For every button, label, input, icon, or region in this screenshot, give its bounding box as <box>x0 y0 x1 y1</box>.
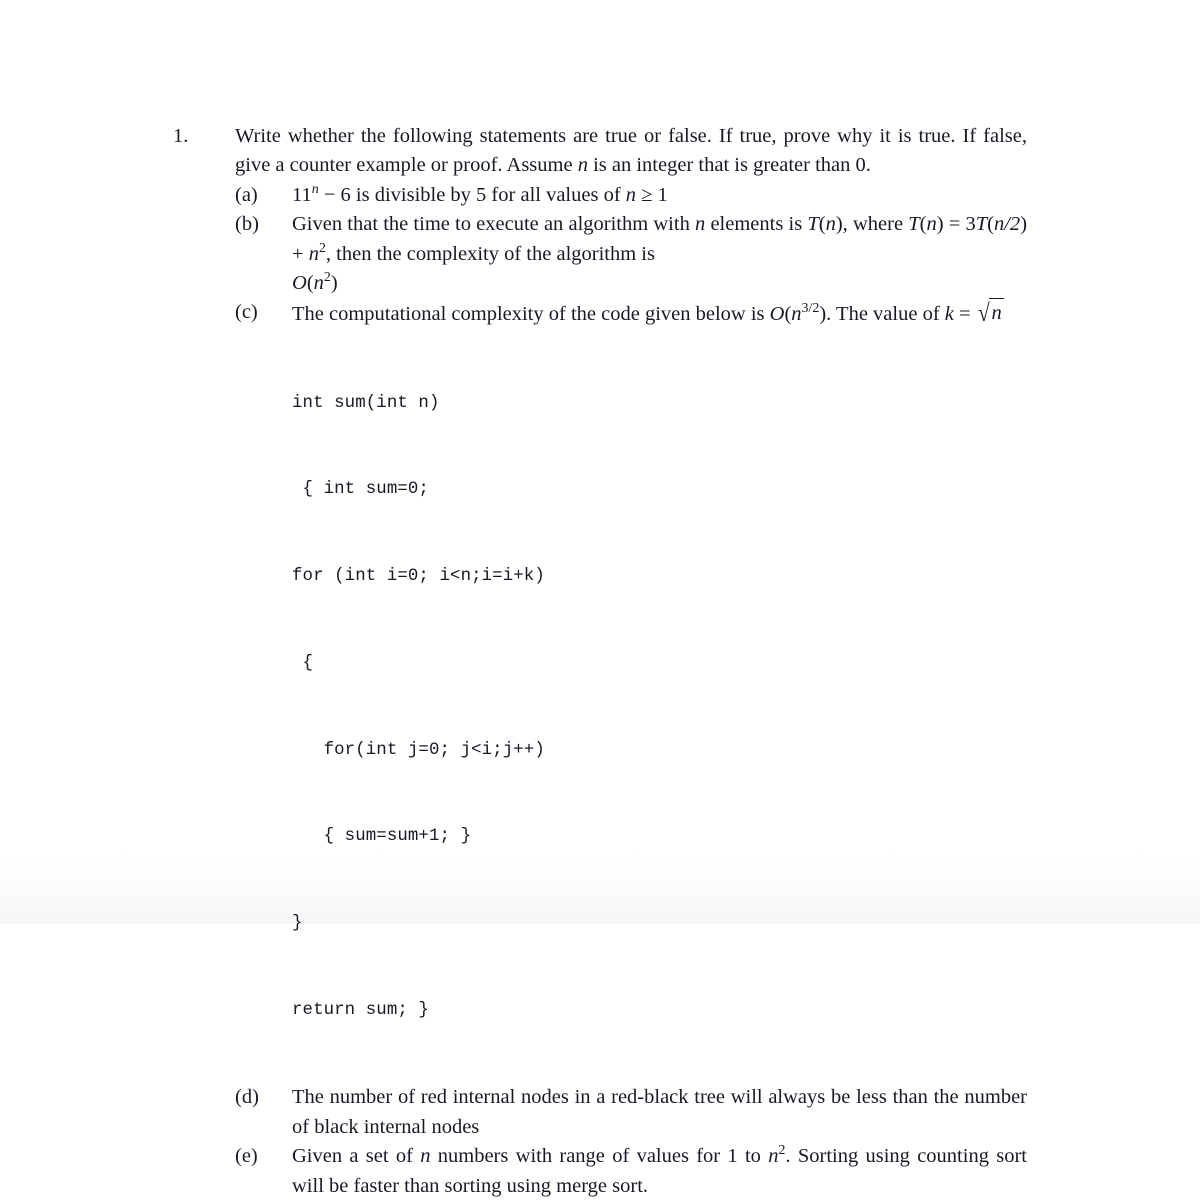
sub-item-c-body: The computational complexity of the code… <box>292 298 1027 1083</box>
recurrence-T-rhs: T <box>975 213 988 236</box>
sub-item-d-body: The number of red internal nodes in a re… <box>292 1083 1027 1142</box>
expr-base-11: 11 <box>292 183 312 206</box>
recurrence-paren-close-2: ) <box>1020 213 1028 236</box>
sub-item-d-text: The number of red internal nodes in a re… <box>292 1086 1027 1138</box>
expr-paren-open: ( <box>818 213 826 236</box>
sub-item-e-n-squared-base: n <box>768 1145 779 1168</box>
sub-item-list: (a) 11n − 6 is divisible by 5 for all va… <box>235 181 1027 1201</box>
radical-sign-icon: √ <box>977 300 990 328</box>
recurrence-T-lhs: T <box>908 213 920 236</box>
expr-exponent-n: n <box>311 181 319 197</box>
sub-item-a-label: (a) <box>235 183 258 206</box>
sub-item-b: (b) Given that the time to execute an al… <box>235 210 1027 298</box>
question-stem-row: 1. Write whether the following statement… <box>173 122 1027 1201</box>
sub-item-c-text: The computational complexity of the code… <box>292 298 1027 329</box>
code-line: } <box>292 913 303 933</box>
expr-paren-close: ) <box>835 213 843 236</box>
stem-variable-n: n <box>577 154 588 177</box>
sub-item-e-part-2: numbers with range of values for 1 to <box>430 1145 769 1168</box>
sub-item-a-body: 11n − 6 is divisible by 5 for all values… <box>292 181 1027 210</box>
code-line: for (int i=0; i<n;i=i+k) <box>292 567 545 587</box>
sub-item-a-variable-n: n <box>625 183 637 206</box>
big-o-arg-exponent-c: 3/2 <box>801 301 820 317</box>
expr-T: T <box>807 213 819 236</box>
question-stem-body: Write whether the following statements a… <box>235 122 1027 1201</box>
sub-item-c-label: (c) <box>235 301 258 324</box>
sub-item-e-part-1: Given a set of <box>292 1145 421 1168</box>
sub-item-c-part-1: The computational complexity of the code… <box>292 303 770 326</box>
sub-item-d-label: (d) <box>235 1086 259 1109</box>
document-page: 1. Write whether the following statement… <box>0 0 1200 1197</box>
recurrence-lhs-arg-n: n <box>926 213 937 236</box>
sub-item-a: (a) 11n − 6 is divisible by 5 for all va… <box>235 181 1027 210</box>
sub-item-e-label: (e) <box>235 1145 258 1168</box>
sub-item-b-label: (b) <box>235 213 259 236</box>
sub-item-e-variable-n: n <box>420 1145 431 1168</box>
sub-item-b-part-1: Given that the time to execute an algori… <box>292 213 696 236</box>
question-stem-text: Write whether the following statements a… <box>235 122 1027 181</box>
expr-T-arg-n: n <box>825 213 836 236</box>
sub-item-b-body: Given that the time to execute an algori… <box>292 210 1027 298</box>
sub-item-b-complexity-line: O(n2) <box>292 269 1027 298</box>
recurrence-paren-open-2: ( <box>987 213 994 236</box>
code-line: int sum(int n) <box>292 393 440 413</box>
sub-item-b-part-2: elements is <box>705 213 808 236</box>
sub-item-d: (d) The number of red internal nodes in … <box>235 1083 1027 1142</box>
radicand-n: n <box>989 298 1004 328</box>
big-o-paren-close-b: ) <box>330 272 338 295</box>
sub-item-b-text: Given that the time to execute an algori… <box>292 210 1027 269</box>
sub-item-a-text-mid: − 6 is divisible by 5 for all values of <box>318 183 626 206</box>
big-o-paren-open-b: ( <box>306 272 314 295</box>
sub-item-b-part-3: , where <box>842 213 909 236</box>
sub-item-b-part-4: , then the complexity of the algorithm i… <box>325 242 655 265</box>
sub-item-b-variable-n1: n <box>695 213 706 236</box>
square-root-expression: √n <box>976 298 1004 329</box>
question-1-block: 1. Write whether the following statement… <box>173 122 1027 1201</box>
recurrence-rhs-arg: n/2 <box>993 213 1021 236</box>
big-o-arg-base-c: n <box>791 303 802 326</box>
recurrence-equals-3: = 3 <box>943 213 976 236</box>
sub-item-a-relation: ≥ 1 <box>636 183 668 206</box>
code-line: for(int j=0; j<i;j++) <box>292 740 545 760</box>
sub-item-c-part-2: . The value of <box>826 303 945 326</box>
sub-item-a-text: 11n − 6 is divisible by 5 for all values… <box>292 181 1027 210</box>
code-line: { int sum=0; <box>292 480 429 500</box>
big-o-arg-exponent-b: 2 <box>323 270 331 286</box>
code-line: { <box>292 653 314 673</box>
recurrence-plus: + <box>292 242 309 265</box>
recurrence-n-squared-exponent: 2 <box>318 240 326 256</box>
sub-item-e-text: Given a set of n numbers with range of v… <box>292 1142 1027 1201</box>
code-line: return sum; } <box>292 1000 429 1020</box>
code-snippet-sum-function: int sum(int n) { int sum=0; for (int i=0… <box>292 332 1027 1084</box>
stem-part-2: is an integer that is greater than 0. <box>587 154 871 177</box>
sub-item-e-body: Given a set of n numbers with range of v… <box>292 1142 1027 1201</box>
big-o-symbol-b: O <box>292 272 307 295</box>
recurrence-n-squared-base: n <box>308 242 319 265</box>
big-o-arg-base-b: n <box>313 272 324 295</box>
variable-k: k <box>944 303 954 326</box>
code-line: { sum=sum+1; } <box>292 827 472 847</box>
sub-item-e-n-squared-exponent: 2 <box>778 1143 786 1159</box>
big-o-symbol-c: O <box>769 303 785 326</box>
equals-sign-k: = <box>953 303 976 326</box>
question-number: 1. <box>173 125 189 147</box>
sub-item-c: (c) The computational complexity of the … <box>235 298 1027 1083</box>
recurrence-paren-close-1: ) <box>936 213 944 236</box>
sub-item-e: (e) Given a set of n numbers with range … <box>235 1142 1027 1201</box>
